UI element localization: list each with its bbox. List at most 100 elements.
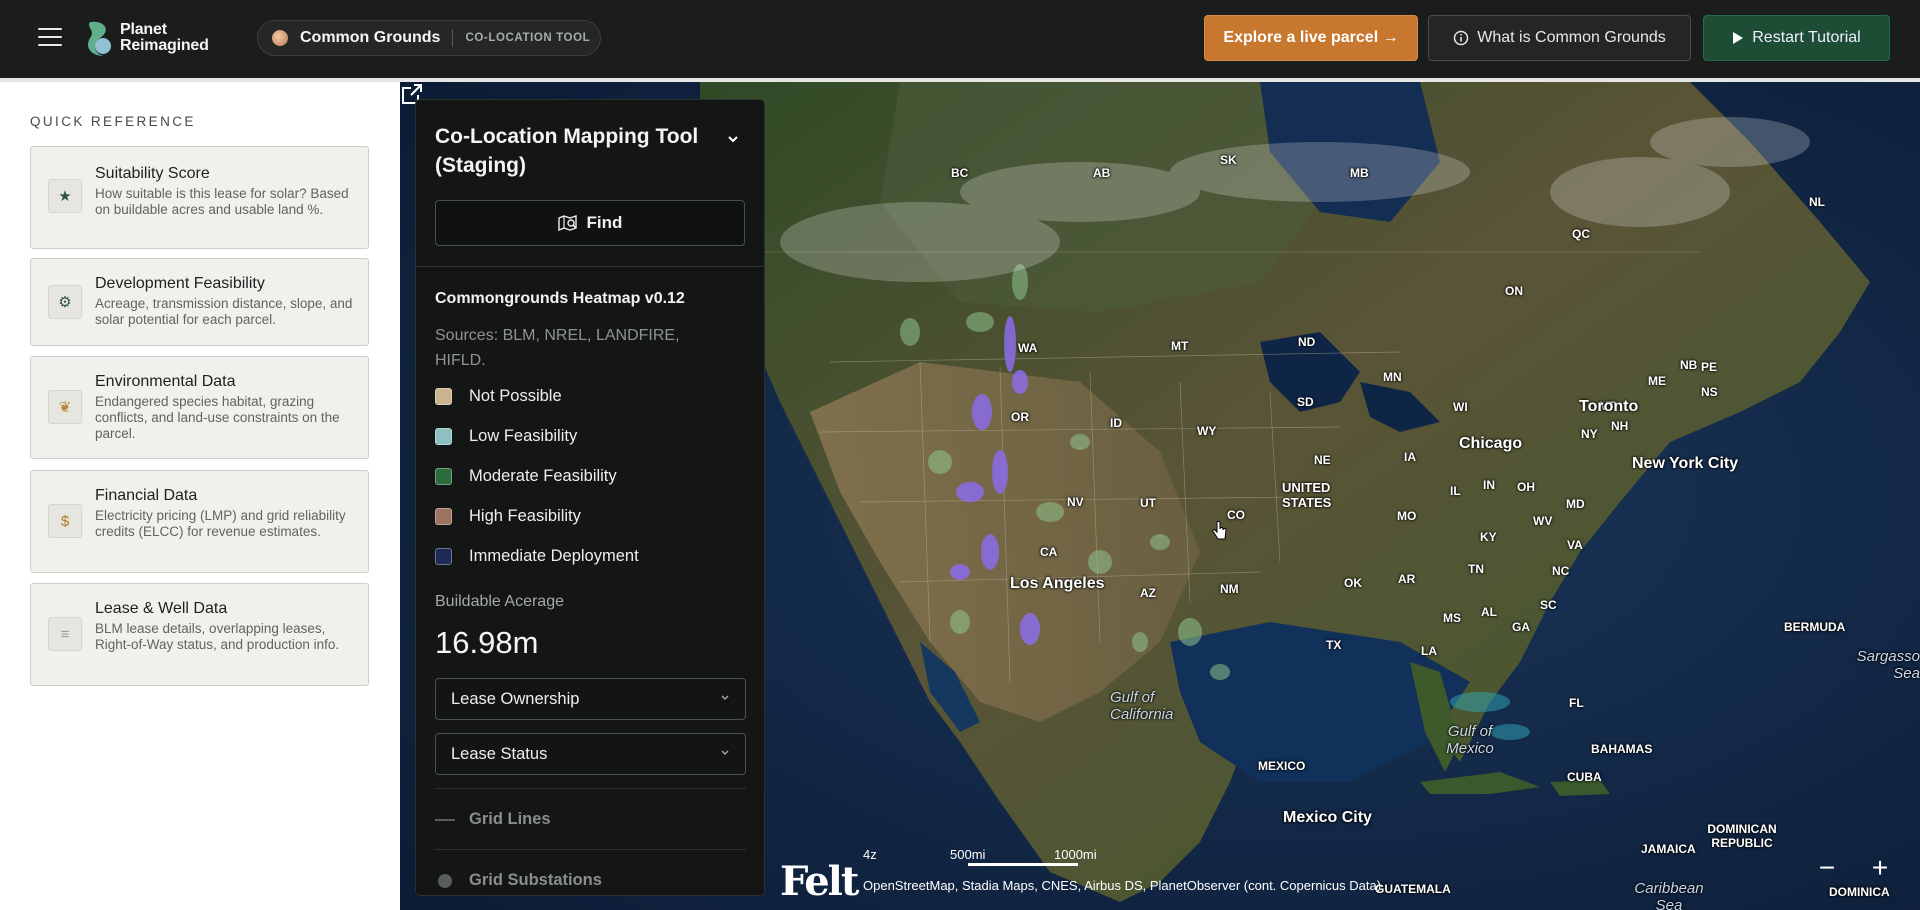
legend-swatch: [435, 387, 452, 405]
logo-wordmark: Planet Reimagined: [120, 22, 209, 54]
map-label-tn: TN: [1468, 562, 1484, 576]
felt-logo[interactable]: Felt: [780, 858, 859, 905]
map-label-ny: NY: [1581, 427, 1598, 441]
map-label-fl: FL: [1569, 696, 1584, 710]
menu-icon[interactable]: [38, 28, 62, 48]
map-label-nd: ND: [1298, 335, 1316, 349]
map-label-guatemala: GUATEMALA: [1375, 882, 1451, 896]
map-label-sk: SK: [1220, 153, 1237, 167]
lease-status-select[interactable]: Lease Status: [435, 733, 746, 775]
map-label-ga: GA: [1512, 620, 1530, 634]
map-label-toronto: Toronto: [1579, 398, 1639, 415]
planet-reimagined-logo[interactable]: Planet Reimagined: [84, 18, 209, 58]
what-is-common-grounds-button[interactable]: What is Common Grounds: [1428, 15, 1691, 61]
map-label-co: CO: [1227, 508, 1245, 522]
qr-card-financial[interactable]: $ Financial Data Electricity pricing (LM…: [30, 470, 369, 573]
what-is-label: What is Common Grounds: [1477, 29, 1666, 46]
quick-reference-sidebar: QUICK REFERENCE ★ Suitability Score How …: [0, 82, 400, 910]
qr-card-title: Lease & Well Data: [95, 600, 228, 617]
legend-item-not-possible[interactable]: Not Possible: [435, 385, 562, 407]
qr-card-lease-well[interactable]: ≡ Lease & Well Data BLM lease details, o…: [30, 583, 369, 686]
app-pill[interactable]: Common Grounds CO-LOCATION TOOL: [257, 20, 601, 56]
legend-swatch: [435, 427, 452, 445]
grid-lines-toggle[interactable]: Grid Lines: [435, 810, 551, 829]
map-label-sc: SC: [1540, 598, 1557, 612]
legend-item-moderate-feasibility[interactable]: Moderate Feasibility: [435, 465, 617, 487]
legend-item-low-feasibility[interactable]: Low Feasibility: [435, 425, 577, 447]
qr-card-environmental[interactable]: ❦ Environmental Data Endangered species …: [30, 356, 369, 459]
map-label-mb: MB: [1350, 166, 1369, 180]
restart-tutorial-label: Restart Tutorial: [1752, 29, 1861, 46]
map-label-caribbean-sea: Caribbean Sea: [1634, 880, 1704, 910]
app-title: Common Grounds: [300, 29, 441, 46]
layer-sources: Sources: BLM, NREL, LANDFIRE, HIFLD.: [435, 327, 680, 369]
document-icon: ≡: [48, 617, 82, 651]
qr-card-suitability[interactable]: ★ Suitability Score How suitable is this…: [30, 146, 369, 249]
map-search-icon: [557, 215, 577, 232]
map-label-pe: PE: [1701, 360, 1718, 374]
find-button[interactable]: Find: [435, 200, 745, 246]
lease-ownership-select[interactable]: Lease Ownership: [435, 678, 746, 720]
chevron-down-icon: [721, 695, 729, 700]
quick-reference-title: QUICK REFERENCE: [30, 114, 196, 129]
legend-item-high-feasibility[interactable]: High Feasibility: [435, 505, 581, 527]
map-attribution[interactable]: OpenStreetMap, Stadia Maps, CNES, Airbus…: [863, 878, 1381, 893]
map-label-ns: NS: [1701, 385, 1718, 399]
panel-divider: [435, 788, 746, 789]
legend-swatch: [435, 547, 452, 565]
legend-label: High Feasibility: [469, 506, 581, 525]
grid-substations-toggle[interactable]: Grid Substations: [435, 871, 602, 890]
map-label-id: ID: [1110, 416, 1122, 430]
qr-card-title: Environmental Data: [95, 373, 236, 390]
qr-card-development[interactable]: ⚙ Development Feasibility Acreage, trans…: [30, 258, 369, 346]
map-label-wa: WA: [1018, 341, 1038, 355]
legend-label: Low Feasibility: [469, 426, 578, 445]
map-label-il: IL: [1450, 484, 1461, 498]
pill-divider: [452, 29, 454, 47]
top-header: Planet Reimagined Common Grounds CO-LOCA…: [0, 0, 1920, 78]
grid-substations-swatch: [438, 873, 452, 888]
legend-label: Moderate Feasibility: [469, 466, 617, 485]
panel-title: Co-Location Mapping Tool (Staging): [435, 125, 699, 177]
legend-label: Not Possible: [469, 386, 562, 405]
buildable-acreage-label: Buildable Acerage: [435, 593, 564, 610]
star-icon: ★: [48, 179, 82, 213]
map-label-bc: BC: [951, 166, 969, 180]
map-label-wv: WV: [1533, 514, 1553, 528]
map-label-cuba: CUBA: [1567, 770, 1602, 784]
map-label-ms: MS: [1443, 611, 1461, 625]
map-label-ar: AR: [1398, 572, 1416, 586]
map-label-nh: NH: [1611, 419, 1629, 433]
map-label-dominica: DOMINICA: [1829, 885, 1890, 899]
find-label: Find: [586, 213, 623, 232]
map-label-la: LA: [1421, 644, 1437, 658]
map-label-va: VA: [1567, 538, 1583, 552]
map-label-nm: NM: [1220, 582, 1239, 596]
qr-card-title: Development Feasibility: [95, 275, 265, 292]
map-label-los-angeles: Los Angeles: [1010, 575, 1105, 592]
map-label-me: ME: [1648, 374, 1666, 388]
zoom-in-button[interactable]: +: [1868, 854, 1892, 882]
mapping-tool-panel: Co-Location Mapping Tool (Staging) Find …: [415, 99, 765, 896]
grid-lines-swatch: [435, 818, 455, 821]
map-label-nc: NC: [1552, 564, 1570, 578]
map-label-in: IN: [1483, 478, 1495, 492]
map-label-nl: NL: [1809, 195, 1825, 209]
lease-status-value: Lease Status: [451, 744, 548, 763]
zoom-out-button[interactable]: −: [1815, 854, 1839, 882]
layer-title: Commongrounds Heatmap v0.12: [435, 290, 685, 307]
map-label-sd: SD: [1297, 395, 1314, 409]
panel-divider: [435, 849, 746, 850]
explore-parcel-button[interactable]: Explore a live parcel →: [1204, 15, 1418, 61]
info-icon: [1453, 30, 1469, 46]
restart-tutorial-button[interactable]: Restart Tutorial: [1703, 15, 1890, 61]
grid-substations-label: Grid Substations: [469, 871, 602, 889]
qr-card-description: Electricity pricing (LMP) and grid relia…: [95, 508, 346, 539]
map-label-qc: QC: [1572, 227, 1590, 241]
map-label-wi: WI: [1453, 400, 1468, 414]
legend-item-immediate-deployment[interactable]: Immediate Deployment: [435, 545, 639, 567]
gear-icon: ⚙: [48, 285, 82, 319]
map-label-oh: OH: [1517, 480, 1535, 494]
chevron-down-icon[interactable]: [726, 132, 740, 146]
map-label-gulf-of-mexico: Gulf of Mexico: [1446, 723, 1494, 757]
